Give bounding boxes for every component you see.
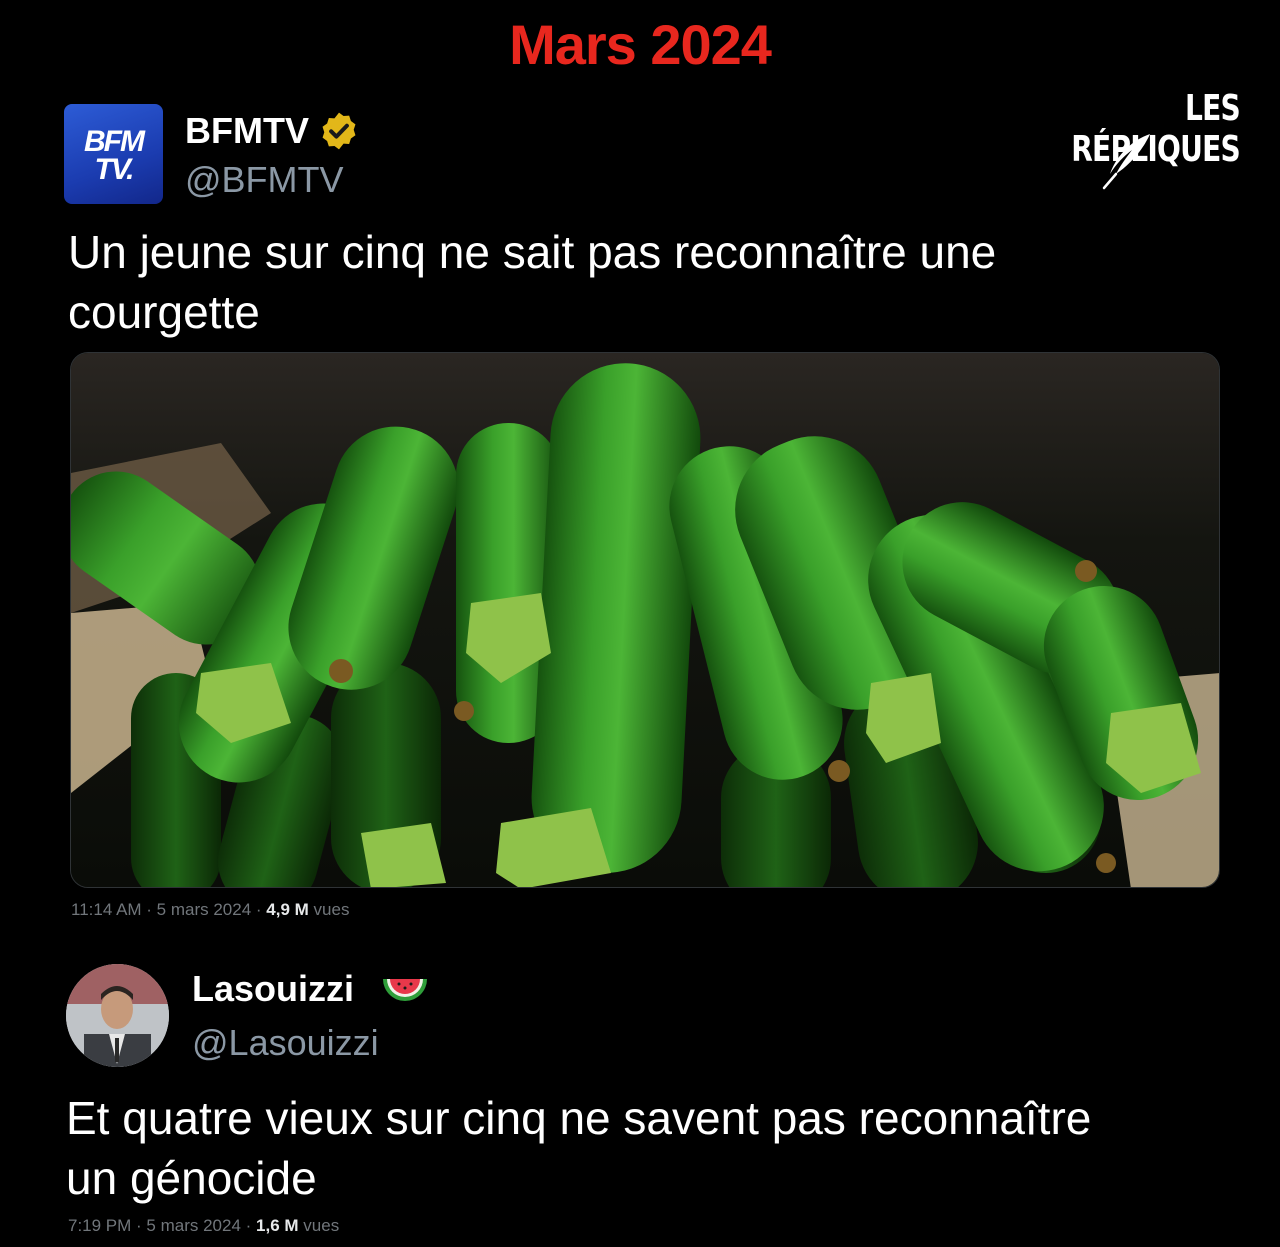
tweet2-text: Et quatre vieux sur cinq ne savent pas r…: [66, 1088, 1091, 1208]
tweet2-timestamp[interactable]: 7:19 PM · 5 mars 2024 ·: [68, 1216, 256, 1235]
feather-icon: [1102, 134, 1150, 190]
tweet1-handle[interactable]: @BFMTV: [185, 159, 344, 201]
tweet2-views-count: 1,6 M: [256, 1216, 299, 1235]
verified-gold-badge-icon: [322, 112, 356, 150]
tweet1-meta: 11:14 AM · 5 mars 2024 · 4,9 M vues: [71, 900, 349, 920]
bfmtv-avatar[interactable]: BFM TV.: [64, 104, 163, 204]
tweet2-text-line2: un génocide: [66, 1152, 317, 1204]
tweet2-views-label: vues: [298, 1216, 340, 1235]
tweet2-handle[interactable]: @Lasouizzi: [192, 1022, 379, 1064]
tweet2-meta: 7:19 PM · 5 mars 2024 · 1,6 M vues: [68, 1216, 339, 1236]
watermelon-icon: [383, 979, 427, 1001]
tweet1-text-line2: courgette: [68, 286, 260, 338]
brand-logo: LES RÉPLIQUES: [980, 88, 1241, 190]
tweet1-timestamp[interactable]: 11:14 AM · 5 mars 2024 ·: [71, 900, 266, 919]
tweet2-text-line1: Et quatre vieux sur cinq ne savent pas r…: [66, 1092, 1092, 1144]
avatar-text-bfm: BFM: [84, 125, 145, 158]
lasouizzi-avatar[interactable]: [66, 964, 169, 1067]
tweet1-text: Un jeune sur cinq ne sait pas reconnaîtr…: [68, 222, 996, 342]
page-title: Mars 2024: [509, 13, 772, 76]
tweet1-views-count: 4,9 M: [266, 900, 309, 919]
zucchini-photo[interactable]: [70, 352, 1220, 888]
tweet1-display-name[interactable]: BFMTV: [185, 110, 309, 152]
tweet2-display-name[interactable]: Lasouizzi: [192, 968, 354, 1010]
tweet1-text-line1: Un jeune sur cinq ne sait pas reconnaîtr…: [68, 226, 997, 278]
tweet1-views-label: vues: [308, 900, 350, 919]
avatar-text-tv: TV.: [94, 153, 135, 186]
